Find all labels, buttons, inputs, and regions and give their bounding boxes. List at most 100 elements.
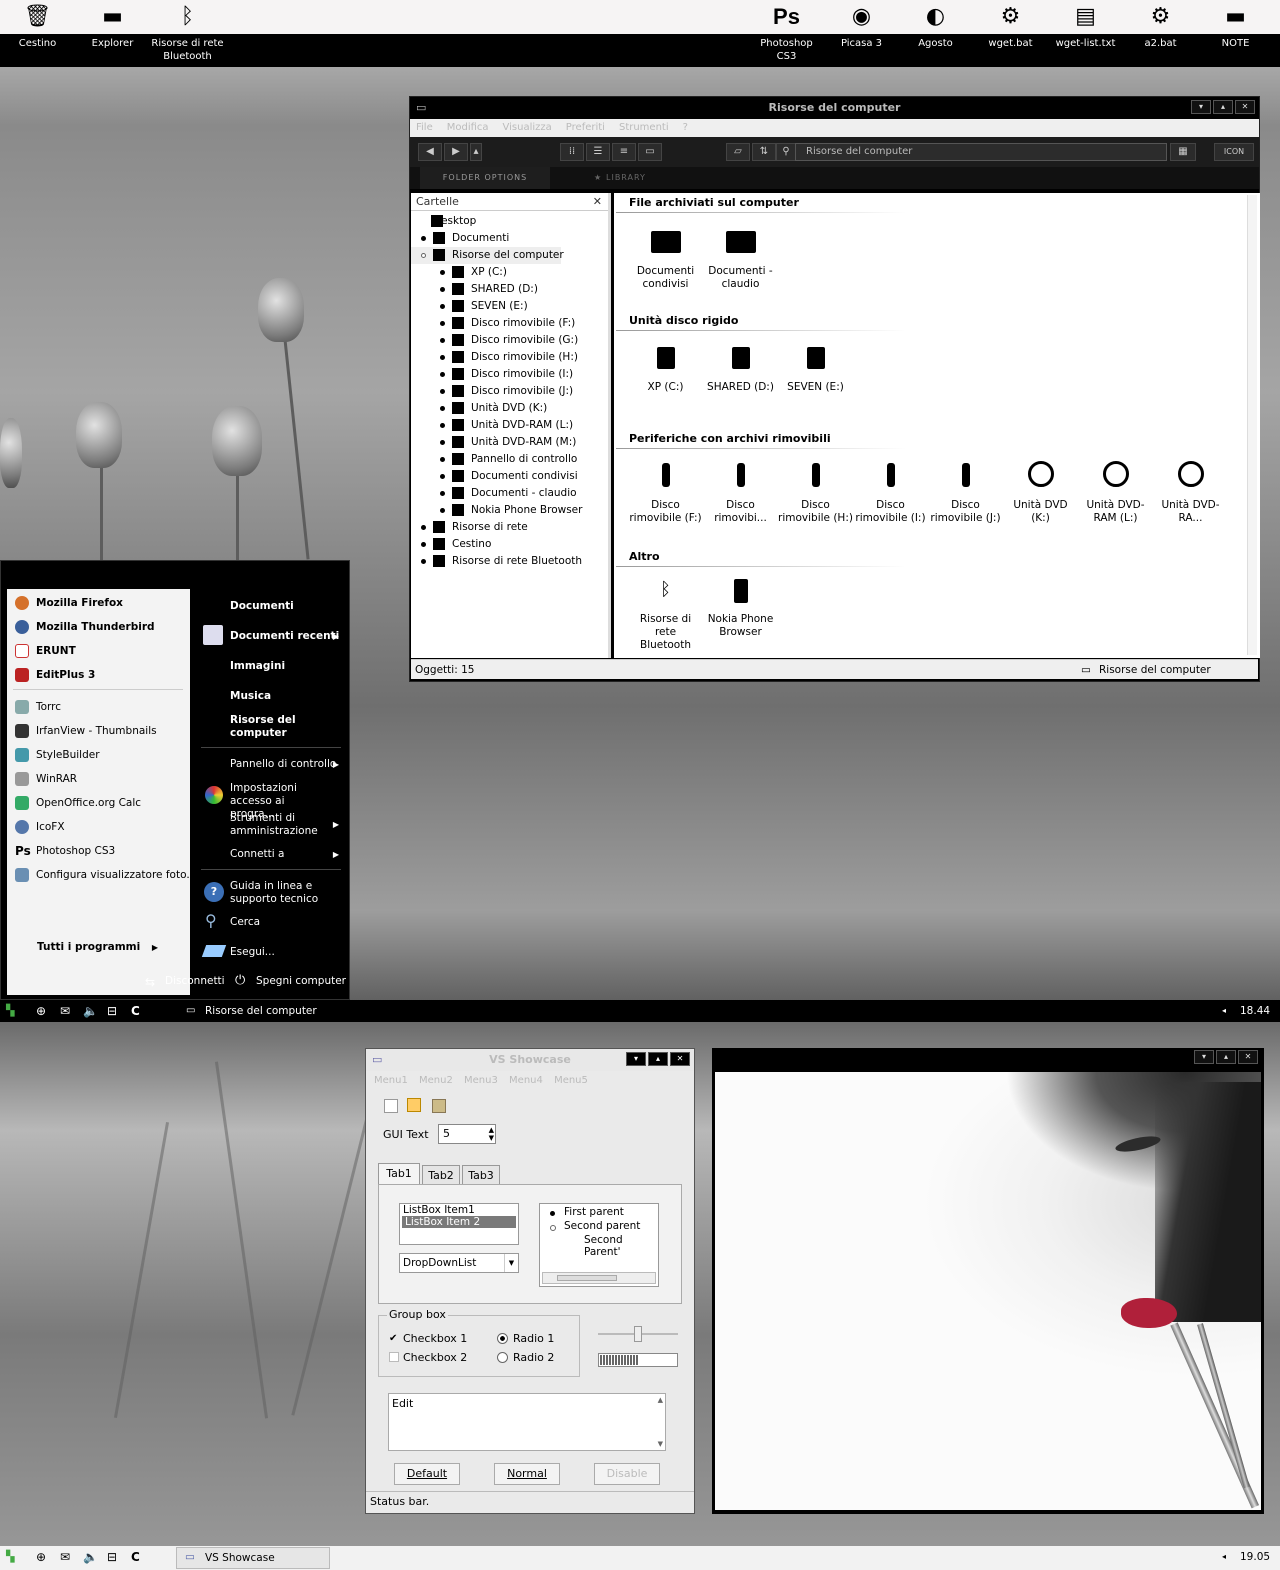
tree-item[interactable]: Disco rimovibile (I:) <box>411 366 608 383</box>
listbox-item-selected[interactable]: ListBox Item 2 <box>402 1216 516 1228</box>
minimize-button[interactable]: ▾ <box>1191 100 1211 114</box>
tree-expander-icon[interactable] <box>440 474 445 479</box>
slider-thumb[interactable] <box>634 1326 642 1342</box>
radio-1[interactable]: Radio 1 <box>497 1332 554 1345</box>
menu-item[interactable]: Menu5 <box>554 1075 588 1086</box>
removable-item[interactable]: Disco rimovibile (I:) <box>853 463 928 525</box>
tree-expander-icon[interactable] <box>440 372 445 377</box>
slider-track[interactable] <box>598 1326 678 1342</box>
tree-item[interactable]: Documenti condivisi <box>411 468 608 485</box>
vertical-scrollbar[interactable] <box>1247 195 1257 655</box>
tree-expander-icon[interactable] <box>440 508 445 513</box>
tree-expander-icon[interactable] <box>440 304 445 309</box>
paste-icon[interactable] <box>432 1099 446 1113</box>
desktop-icon-cestino[interactable]: 🗑 Cestino <box>0 0 75 67</box>
folders-icon[interactable]: ▱ <box>726 143 750 161</box>
ccleaner-icon[interactable]: C <box>131 1546 140 1568</box>
globe-icon[interactable]: ⊕ <box>36 1546 46 1568</box>
maximize-button[interactable]: ▴ <box>648 1052 668 1066</box>
program-photo-viewer[interactable]: Configura visualizzatore foto... <box>15 865 196 885</box>
chevron-down-icon[interactable]: ▼ <box>504 1254 518 1272</box>
close-button[interactable]: ✕ <box>670 1052 690 1066</box>
tree-node[interactable]: Second Parent' <box>540 1232 658 1258</box>
desktop-icon-note[interactable]: ▬ NOTE <box>1198 0 1273 67</box>
desktop-icon-photoshop[interactable]: Ps Photoshop CS3 <box>749 0 824 67</box>
tree-item[interactable]: Nokia Phone Browser <box>411 502 608 519</box>
taskbar-task-vs-showcase[interactable]: ▭ VS Showcase <box>176 1547 330 1569</box>
tree-expander-icon[interactable] <box>421 542 426 547</box>
menu-documenti[interactable]: Documenti <box>230 600 294 613</box>
menu-strumenti-amministrazione[interactable]: Strumenti di amministrazione <box>230 812 330 838</box>
desktop-icon-wget-bat[interactable]: ⚙ wget.bat <box>973 0 1048 67</box>
drive-item[interactable]: SHARED (D:) <box>703 347 778 394</box>
menu-documenti-recenti[interactable]: Documenti recenti <box>230 630 339 643</box>
program-stylebuilder[interactable]: StyleBuilder <box>15 745 100 765</box>
menu-visualizza[interactable]: Visualizza <box>503 122 552 133</box>
mail-icon[interactable]: ✉ <box>60 1546 70 1568</box>
tree-item[interactable]: Unità DVD (K:) <box>411 400 608 417</box>
tree-expander-icon[interactable] <box>440 457 445 462</box>
ccleaner-icon[interactable]: C <box>131 1000 140 1022</box>
tree-item[interactable]: Disco rimovibile (J:) <box>411 383 608 400</box>
horizontal-scrollbar[interactable] <box>542 1272 656 1284</box>
menu-connetti-a[interactable]: Connetti a <box>230 848 284 861</box>
tree-node[interactable]: Second parent <box>540 1218 658 1232</box>
menu-cerca[interactable]: Cerca <box>230 916 260 929</box>
tray-arrow-icon[interactable]: ◂ <box>1222 1546 1226 1568</box>
dvd-item[interactable]: Unità DVD-RAM (L:) <box>1078 461 1153 525</box>
view-mode-button[interactable]: ICON <box>1214 143 1254 161</box>
tree-item[interactable]: Cestino <box>411 536 608 553</box>
tab-1[interactable]: Tab1 <box>378 1163 420 1185</box>
removable-item[interactable]: Disco rimovibile (H:) <box>778 463 853 525</box>
maximize-button[interactable]: ▴ <box>1213 100 1233 114</box>
spin-arrows-icon[interactable]: ▲ ▼ <box>489 1126 494 1142</box>
program-openoffice-calc[interactable]: OpenOffice.org Calc <box>15 793 141 813</box>
tree-item[interactable]: XP (C:) <box>411 264 608 281</box>
back-button[interactable]: ◀ <box>418 143 442 161</box>
shutdown-button[interactable]: Spegni computer <box>256 975 346 987</box>
scroll-down-icon[interactable]: ▼ <box>658 1440 663 1448</box>
clock[interactable]: 19.05 <box>1240 1546 1270 1568</box>
tree-expander-icon[interactable] <box>440 338 445 343</box>
close-button[interactable]: ✕ <box>1235 100 1255 114</box>
menu-risorse-computer[interactable]: Risorse del computer <box>230 714 330 740</box>
tree-item[interactable]: Desktop <box>411 213 608 230</box>
history-dropdown[interactable]: ▴ <box>470 143 482 161</box>
explorer-titlebar[interactable]: ▭ Risorse del computer ▾ ▴ ✕ <box>410 97 1259 119</box>
view-list-icon[interactable]: ☰ <box>586 143 610 161</box>
tree-item[interactable]: SHARED (D:) <box>411 281 608 298</box>
address-go-icon[interactable]: ▦ <box>1170 143 1196 161</box>
removable-item[interactable]: Disco rimovibile (F:) <box>628 463 703 525</box>
menu-item[interactable]: Menu3 <box>464 1075 498 1086</box>
tree-node[interactable]: First parent <box>540 1204 658 1218</box>
search-icon[interactable]: ⚲ <box>776 143 796 161</box>
desktop-icon-picasa[interactable]: ◉ Picasa 3 <box>824 0 899 67</box>
tree-expander-icon[interactable] <box>421 253 426 258</box>
tree-item[interactable]: Unità DVD-RAM (L:) <box>411 417 608 434</box>
lock-icon[interactable]: ⊟ <box>107 1000 117 1022</box>
program-irfanview[interactable]: IrfanView - Thumbnails <box>15 721 157 741</box>
dropdown-list[interactable]: DropDownList ▼ <box>399 1253 519 1273</box>
checkbox-1[interactable]: ✔ Checkbox 1 <box>389 1332 467 1345</box>
logoff-button[interactable]: Disconnetti <box>165 975 225 987</box>
listbox[interactable]: ListBox Item1 ListBox Item 2 <box>399 1203 519 1245</box>
program-thunderbird[interactable]: Mozilla Thunderbird <box>15 617 155 637</box>
desktop-icon-agosto[interactable]: ◐ Agosto <box>898 0 973 67</box>
view-thumbnails-icon[interactable]: ▭ <box>638 143 662 161</box>
new-icon[interactable] <box>384 1099 398 1113</box>
close-button[interactable]: ✕ <box>1238 1050 1258 1064</box>
tree-expander-icon[interactable] <box>440 389 445 394</box>
other-item[interactable]: ᛒ Risorse di rete Bluetooth <box>628 579 703 652</box>
tree-item[interactable]: Disco rimovibile (F:) <box>411 315 608 332</box>
tab-2[interactable]: Tab2 <box>422 1165 460 1185</box>
menu-help[interactable]: ? <box>683 122 688 133</box>
address-bar[interactable]: Risorse del computer <box>795 143 1167 161</box>
volume-icon[interactable]: 🔈 <box>83 1000 98 1022</box>
treeview[interactable]: First parent Second parent Second Parent… <box>539 1203 659 1287</box>
program-firefox[interactable]: Mozilla Firefox <box>15 593 123 613</box>
tree-item[interactable]: SEVEN (E:) <box>411 298 608 315</box>
program-icofx[interactable]: IcoFX <box>15 817 65 837</box>
tree-expander-icon[interactable] <box>440 440 445 445</box>
tab-folder-options[interactable]: FOLDER OPTIONS <box>420 167 550 189</box>
removable-item[interactable]: Disco rimovibi... <box>703 463 778 525</box>
